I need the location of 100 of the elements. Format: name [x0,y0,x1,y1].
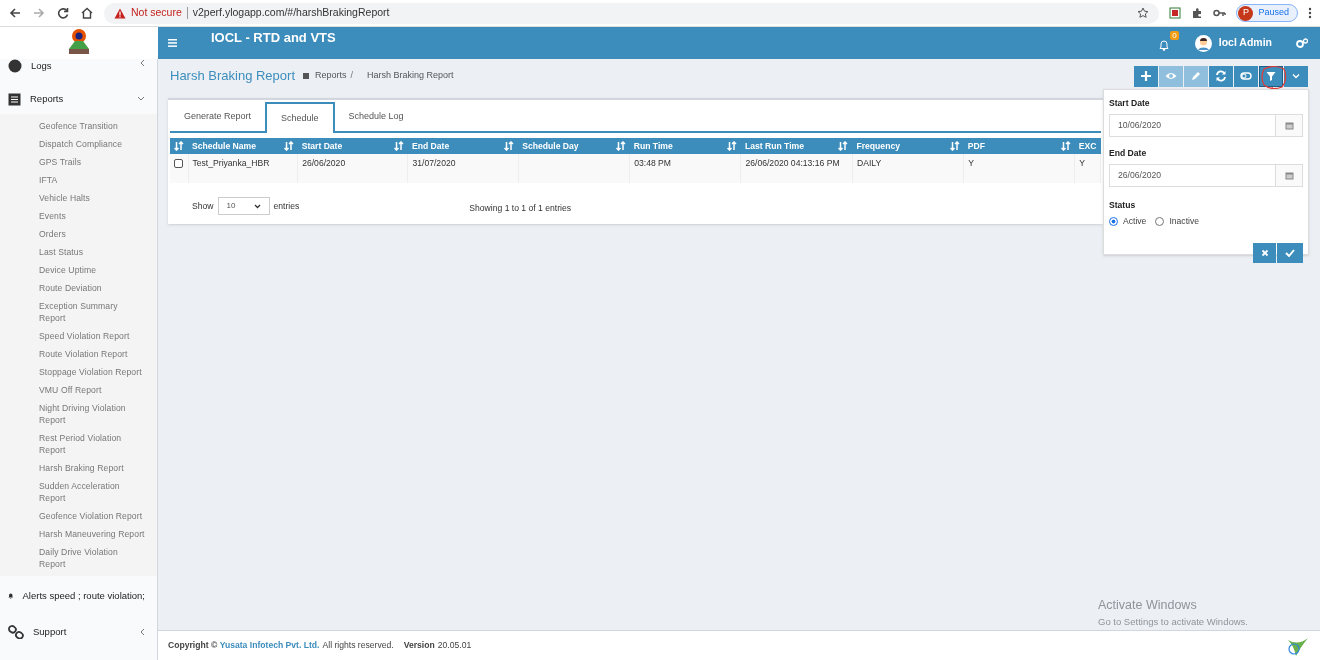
user-menu[interactable]: Iocl Admin [1194,34,1272,52]
company-logo-icon [1286,635,1308,656]
sort-icon [504,141,515,151]
rights-text: All rights reserved. [322,639,394,652]
status-radio[interactable]: Inactive [1155,214,1200,228]
submenu-item[interactable]: Exception Summary Report [0,297,157,327]
company-link[interactable]: Yusata Infotech Pvt. Ltd. [219,639,320,652]
table-cell: 03:48 PM [634,158,671,168]
toggle-icon [1240,70,1252,82]
check-icon [1285,248,1295,257]
app-title: IOCL - RTD and VTS [211,29,336,48]
tab[interactable]: Generate Report [170,102,266,131]
add-button[interactable] [1134,65,1158,87]
back-arrow-icon [9,7,21,19]
submenu-item[interactable]: Speed Violation Report [0,327,157,345]
row-checkbox[interactable] [174,159,183,168]
field-label: Status [1109,198,1137,212]
table-cell: DAILY [857,158,882,168]
version-number: 20.05.01 [437,639,472,652]
breadcrumb-item[interactable]: Reports [315,69,347,83]
submenu-item[interactable]: Harsh Maneuvering Report [0,525,157,543]
refresh-button[interactable] [1209,65,1233,87]
column-header[interactable]: Schedule Name [188,138,298,154]
column-header[interactable]: Frequency [852,138,964,154]
submenu-item[interactable]: Dispatch Compliance [0,135,157,153]
calendar-icon [1284,120,1294,130]
link-icon [8,625,24,639]
date-field[interactable]: 26/06/2020 [1109,163,1276,187]
avatar-icon [1194,34,1212,52]
sort-icon [393,141,404,151]
page-size-select[interactable]: 10 [217,197,270,215]
submenu-item[interactable]: Daily Drive Violation Report [0,543,157,573]
sort-icon [949,141,960,151]
eye-icon [1165,70,1177,82]
column-header[interactable]: Last Run Time [740,138,853,154]
activation-title: Activate Windows [1098,597,1198,614]
key-icon [1213,8,1227,18]
column-header[interactable]: Run Time [629,138,741,154]
breadcrumb-icon [303,73,309,79]
list-icon [8,92,21,106]
submenu-item[interactable]: Events [0,207,157,225]
pencil-icon [1190,70,1202,82]
submenu-item[interactable]: Rest Period Violation Report [0,429,157,459]
extension-badge-icon [1169,7,1182,19]
dropdown-button[interactable] [1284,65,1308,87]
sort-icon [838,141,849,151]
reload-button[interactable] [56,6,70,20]
notification-count: 0 [1170,31,1179,40]
menu-icon[interactable] [168,39,177,47]
sort-icon [726,141,737,151]
submenu-item[interactable]: GPS Trails [0,153,157,171]
submenu-item[interactable]: Route Deviation [0,279,157,297]
submenu-item[interactable]: Vehicle Halts [0,189,157,207]
submenu-item[interactable]: Last Status [0,243,157,261]
home-icon [81,7,93,19]
sort-icon [615,141,626,151]
settings-button[interactable] [1296,38,1308,48]
calendar-button[interactable] [1276,163,1303,187]
status-radio[interactable]: Active [1109,214,1147,228]
address-bar[interactable]: Not secure v2perf.ylogapp.com/#/harshBrakingReport [104,2,1160,24]
submenu-item[interactable]: Sudden Acceleration Report [0,477,157,507]
cancel-button[interactable] [1253,242,1276,263]
submenu-item[interactable]: Stoppage Violation Report [0,363,157,381]
bell-icon [1158,40,1169,51]
submenu-item[interactable]: Route Violation Report [0,345,157,363]
home-button[interactable] [80,6,94,20]
tab[interactable]: Schedule [265,102,335,133]
table-cell: 26/06/2020 04:13:16 PM [745,158,840,168]
column-header[interactable]: Start Date [297,138,408,154]
toggle-button[interactable] [1234,65,1258,87]
star-icon [1137,7,1150,19]
forward-button[interactable] [32,6,46,20]
warning-icon [114,7,126,19]
submenu-item[interactable]: VMU Off Report [0,381,157,399]
sort-icon [283,141,294,151]
submenu-item[interactable]: Orders [0,225,157,243]
calendar-button[interactable] [1276,113,1303,137]
reload-icon [57,7,69,19]
column-header[interactable]: EXC [1074,138,1101,154]
select-all-header[interactable] [170,138,188,154]
filter-button[interactable] [1259,65,1283,87]
column-header[interactable]: End Date [407,138,519,154]
submenu-item[interactable]: Geofence Transition [0,117,157,135]
column-header[interactable]: PDF [963,138,1075,154]
submenu-item[interactable]: Geofence Violation Report [0,507,157,525]
profile-button[interactable]: P Paused [1236,4,1298,22]
circle-icon [8,59,22,73]
field-label: Start Date [1109,97,1151,110]
submenu-item[interactable]: Night Driving Violation Report [0,399,157,429]
column-header[interactable]: Schedule Day [518,138,630,154]
date-field[interactable]: 10/06/2020 [1109,113,1276,137]
submenu-item[interactable]: IFTA [0,171,157,189]
table-cell: Y [968,158,975,168]
tab[interactable]: Schedule Log [334,102,418,131]
back-button[interactable] [8,6,22,20]
table-cell: 31/07/2020 [412,158,456,168]
apply-button[interactable] [1277,242,1303,263]
submenu-item[interactable]: Device Uptime [0,261,157,279]
submenu-item[interactable]: Harsh Braking Report [0,459,157,477]
calendar-icon [1284,170,1294,180]
